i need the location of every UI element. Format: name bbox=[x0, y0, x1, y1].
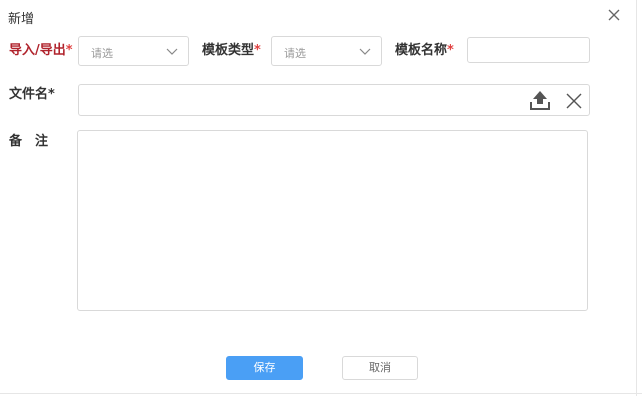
required-mark: * bbox=[254, 43, 261, 58]
clear-icon[interactable] bbox=[566, 93, 582, 109]
file-name-input[interactable] bbox=[78, 84, 590, 116]
template-name-label: 模板名称* bbox=[395, 39, 454, 58]
save-button[interactable]: 保存 bbox=[226, 356, 303, 380]
remark-label: 备 注 bbox=[9, 134, 49, 149]
upload-icon[interactable] bbox=[529, 89, 551, 111]
template-name-label-text: 模板名称 bbox=[395, 43, 448, 58]
dialog-right-border bbox=[636, 0, 637, 396]
chevron-down-icon bbox=[166, 48, 178, 55]
required-mark: * bbox=[48, 87, 55, 102]
cancel-button[interactable]: 取消 bbox=[342, 356, 418, 380]
direction-select[interactable]: 请选 bbox=[78, 36, 189, 66]
chevron-down-icon bbox=[359, 48, 371, 55]
direction-select-placeholder: 请选 bbox=[91, 47, 113, 60]
template-name-input[interactable] bbox=[467, 37, 590, 63]
template-type-label-text: 模板类型 bbox=[202, 43, 255, 58]
direction-label-text: 导入/导出 bbox=[9, 43, 66, 58]
direction-label: 导入/导出* bbox=[9, 39, 73, 58]
file-name-label-text: 文件名 bbox=[9, 87, 49, 102]
template-type-select-placeholder: 请选 bbox=[284, 47, 306, 60]
remark-textarea[interactable] bbox=[77, 130, 588, 311]
dialog-title: 新增 bbox=[8, 12, 35, 27]
template-type-label: 模板类型* bbox=[202, 39, 261, 58]
close-icon[interactable] bbox=[604, 5, 624, 25]
required-mark: * bbox=[65, 43, 73, 58]
required-mark: * bbox=[447, 43, 454, 58]
template-type-select[interactable]: 请选 bbox=[271, 36, 382, 66]
file-name-label: 文件名* bbox=[9, 83, 55, 102]
dialog-bottom-border bbox=[0, 393, 642, 394]
